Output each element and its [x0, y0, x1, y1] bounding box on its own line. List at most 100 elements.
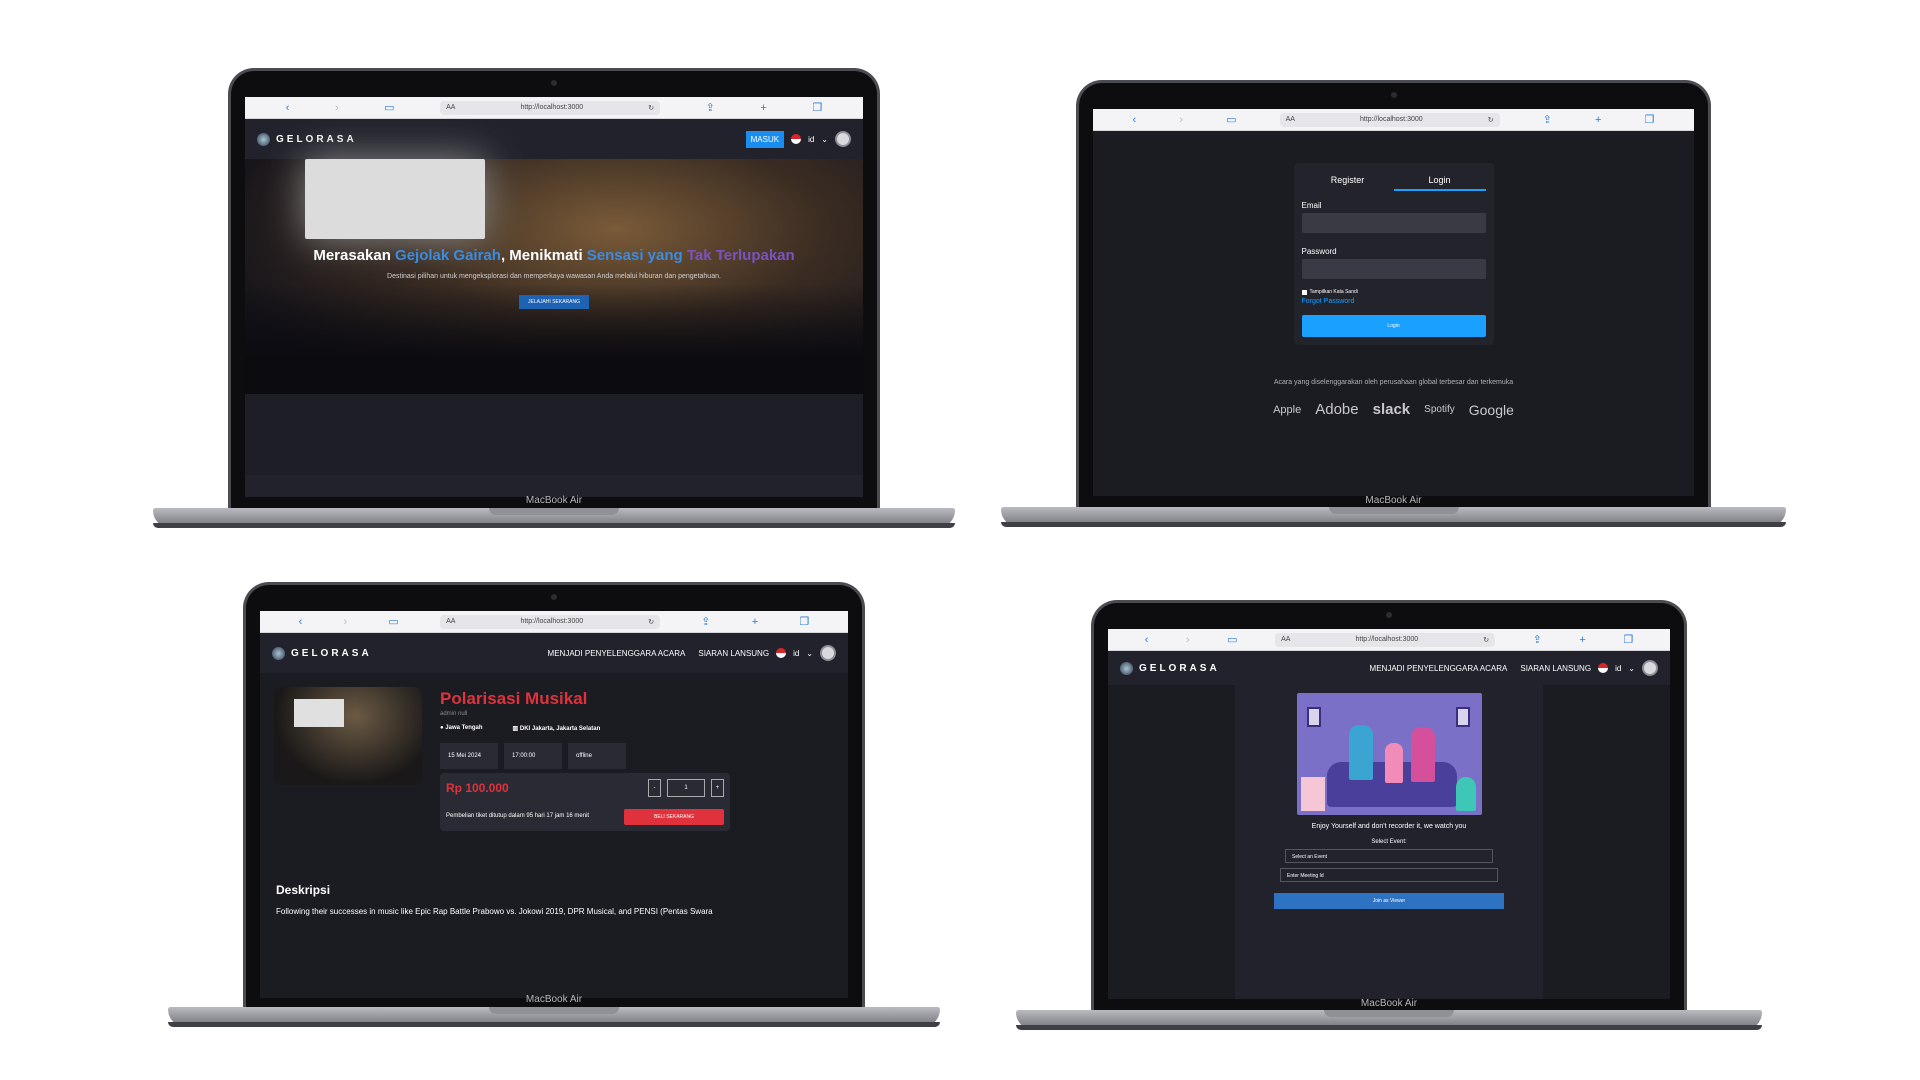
email-label: Email	[1301, 201, 1322, 210]
text-size-button[interactable]: AA	[446, 618, 455, 625]
indonesia-flag-icon	[776, 648, 787, 658]
increment-button[interactable]: +	[711, 779, 724, 797]
meeting-id-input[interactable]: Enter Meeting Id	[1280, 868, 1498, 882]
share-icon[interactable]: ⇪	[1543, 113, 1552, 126]
chevron-down-icon[interactable]: ⌄	[806, 649, 813, 658]
reload-icon[interactable]: ↻	[648, 618, 654, 626]
back-icon[interactable]: ‹	[1145, 634, 1149, 646]
back-icon[interactable]: ‹	[1133, 114, 1137, 126]
quantity-input[interactable]: 1	[667, 779, 705, 797]
event-province-text: Jawa Tengah	[445, 725, 483, 731]
footer-strip	[245, 475, 863, 497]
email-field[interactable]	[1301, 213, 1486, 233]
browser-toolbar: ‹ › ▭ AA http://localhost:3000 ↻ ⇪ + ❐	[1108, 629, 1670, 651]
login-button[interactable]: MASUK	[745, 130, 785, 148]
device-model-label: MacBook Air	[525, 495, 583, 506]
tabs-icon[interactable]: ❐	[1623, 633, 1633, 646]
language-select[interactable]: id	[808, 135, 814, 144]
language-select[interactable]: id	[793, 649, 799, 658]
share-icon[interactable]: ⇪	[701, 615, 710, 628]
avatar[interactable]	[820, 645, 836, 661]
text-size-button[interactable]: AA	[446, 104, 455, 111]
description-text: Following their successes in music like …	[276, 907, 713, 916]
google-logo: Google	[1468, 401, 1514, 418]
tabs-icon[interactable]: ❐	[799, 615, 809, 628]
checkbox-icon[interactable]	[1301, 289, 1307, 295]
hero-title-highlight1: Gejolak Gairah	[395, 247, 501, 264]
text-size-button[interactable]: AA	[1281, 636, 1290, 643]
login-submit-button[interactable]: Login	[1301, 315, 1486, 337]
forward-icon[interactable]: ›	[344, 616, 348, 628]
nav-organizer-link[interactable]: MENJADI PENYELENGGARA ACARA	[1370, 664, 1508, 673]
laptop-bezel: ‹ › ▭ AA http://localhost:3000 ↻ ⇪ + ❐ GEL…	[1091, 600, 1687, 1015]
forward-icon[interactable]: ›	[335, 102, 339, 114]
hero-title-part2: , Menikmati	[500, 247, 587, 264]
avatar[interactable]	[835, 131, 851, 147]
brand-logo[interactable]: GELORASA	[1120, 661, 1220, 675]
navbar: GELORASA MENJADI PENYELENGGARA ACARA SIA…	[260, 633, 848, 673]
nav-organizer-link[interactable]: MENJADI PENYELENGGARA ACARA	[548, 649, 686, 658]
adobe-logo: Adobe	[1315, 401, 1359, 418]
avatar[interactable]	[1642, 660, 1658, 676]
forward-icon[interactable]: ›	[1179, 114, 1183, 126]
share-icon[interactable]: ⇪	[706, 101, 715, 114]
reload-icon[interactable]: ↻	[1488, 116, 1494, 124]
family-watching-illustration	[1297, 693, 1482, 815]
forward-icon[interactable]: ›	[1186, 634, 1190, 646]
explore-button[interactable]: JELAJAHI SEKARANG	[519, 295, 589, 309]
address-bar[interactable]: AA http://localhost:3000 ↻	[440, 614, 661, 629]
tab-register[interactable]: Register	[1302, 171, 1394, 191]
plus-icon[interactable]: +	[1579, 634, 1585, 646]
decrement-button[interactable]: -	[648, 779, 661, 797]
ticket-price: Rp 100.000	[446, 781, 509, 795]
tab-login[interactable]: Login	[1393, 171, 1486, 191]
watch-panel: Enjoy Yourself and don't recorder it, we…	[1235, 685, 1543, 999]
person-mother	[1411, 727, 1435, 782]
nav-live-link[interactable]: SIARAN LANSUNG	[1520, 664, 1591, 673]
tabs-icon[interactable]: ❐	[812, 101, 822, 114]
laptop-base	[1001, 507, 1786, 527]
address-bar[interactable]: AA http://localhost:3000 ↻	[440, 100, 661, 115]
event-select[interactable]: Select an Event	[1285, 849, 1493, 863]
reload-icon[interactable]: ↻	[648, 104, 654, 112]
auth-tabs: Register Login	[1302, 171, 1486, 191]
back-icon[interactable]: ‹	[299, 616, 303, 628]
plus-icon[interactable]: +	[752, 616, 758, 628]
share-icon[interactable]: ⇪	[1533, 633, 1542, 646]
tabs-icon[interactable]: ❐	[1645, 113, 1655, 126]
screen-watch: ‹ › ▭ AA http://localhost:3000 ↻ ⇪ + ❐ GEL…	[1108, 629, 1670, 999]
reload-icon[interactable]: ↻	[1483, 636, 1489, 644]
password-field[interactable]	[1301, 259, 1486, 279]
book-icon[interactable]: ▭	[1226, 113, 1236, 126]
address-bar[interactable]: AA http://localhost:3000 ↻	[1275, 632, 1496, 647]
book-icon[interactable]: ▭	[384, 101, 394, 114]
plus-icon[interactable]: +	[1595, 114, 1601, 126]
laptop-watch: ‹ › ▭ AA http://localhost:3000 ↻ ⇪ + ❐ GEL…	[1016, 600, 1762, 1030]
brand-logo[interactable]: GELORASA	[272, 646, 372, 660]
chevron-down-icon[interactable]: ⌄	[1628, 664, 1635, 673]
quantity-stepper: - 1 +	[648, 779, 724, 797]
nav-live-link[interactable]: SIARAN LANSUNG	[698, 649, 769, 658]
plus-icon[interactable]: +	[760, 102, 766, 114]
laptop-notch	[1328, 507, 1459, 514]
laptop-base	[168, 1007, 940, 1027]
hero-title: Merasakan Gejolak Gairah, Menikmati Sens…	[245, 247, 863, 264]
book-icon[interactable]: ▭	[1227, 633, 1237, 646]
forgot-password-link[interactable]: Forgot Password	[1302, 298, 1486, 305]
camera-icon	[1390, 92, 1397, 98]
navbar: GELORASA MENJADI PENYELENGGARA ACARA SIA…	[1108, 651, 1670, 685]
join-viewer-button[interactable]: Join as Viewer	[1274, 893, 1504, 909]
screen-event: ‹ › ▭ AA http://localhost:3000 ↻ ⇪ + ❐ GEL…	[260, 611, 848, 998]
book-icon[interactable]: ▭	[388, 615, 398, 628]
event-image-screen	[294, 699, 344, 727]
show-password-toggle[interactable]: Tampilkan Kata Sandi	[1301, 289, 1486, 295]
brand-logo[interactable]: GELORASA	[257, 132, 357, 146]
address-bar[interactable]: AA http://localhost:3000 ↻	[1279, 112, 1500, 127]
back-icon[interactable]: ‹	[286, 102, 290, 114]
language-select[interactable]: id	[1615, 664, 1621, 673]
event-title: Polarisasi Musikal	[440, 689, 588, 708]
buy-button[interactable]: BELI SEKARANG	[624, 809, 724, 825]
login-card: Register Login Email Password Tampilkan …	[1293, 163, 1494, 345]
text-size-button[interactable]: AA	[1286, 116, 1295, 123]
chevron-down-icon[interactable]: ⌄	[821, 135, 828, 144]
